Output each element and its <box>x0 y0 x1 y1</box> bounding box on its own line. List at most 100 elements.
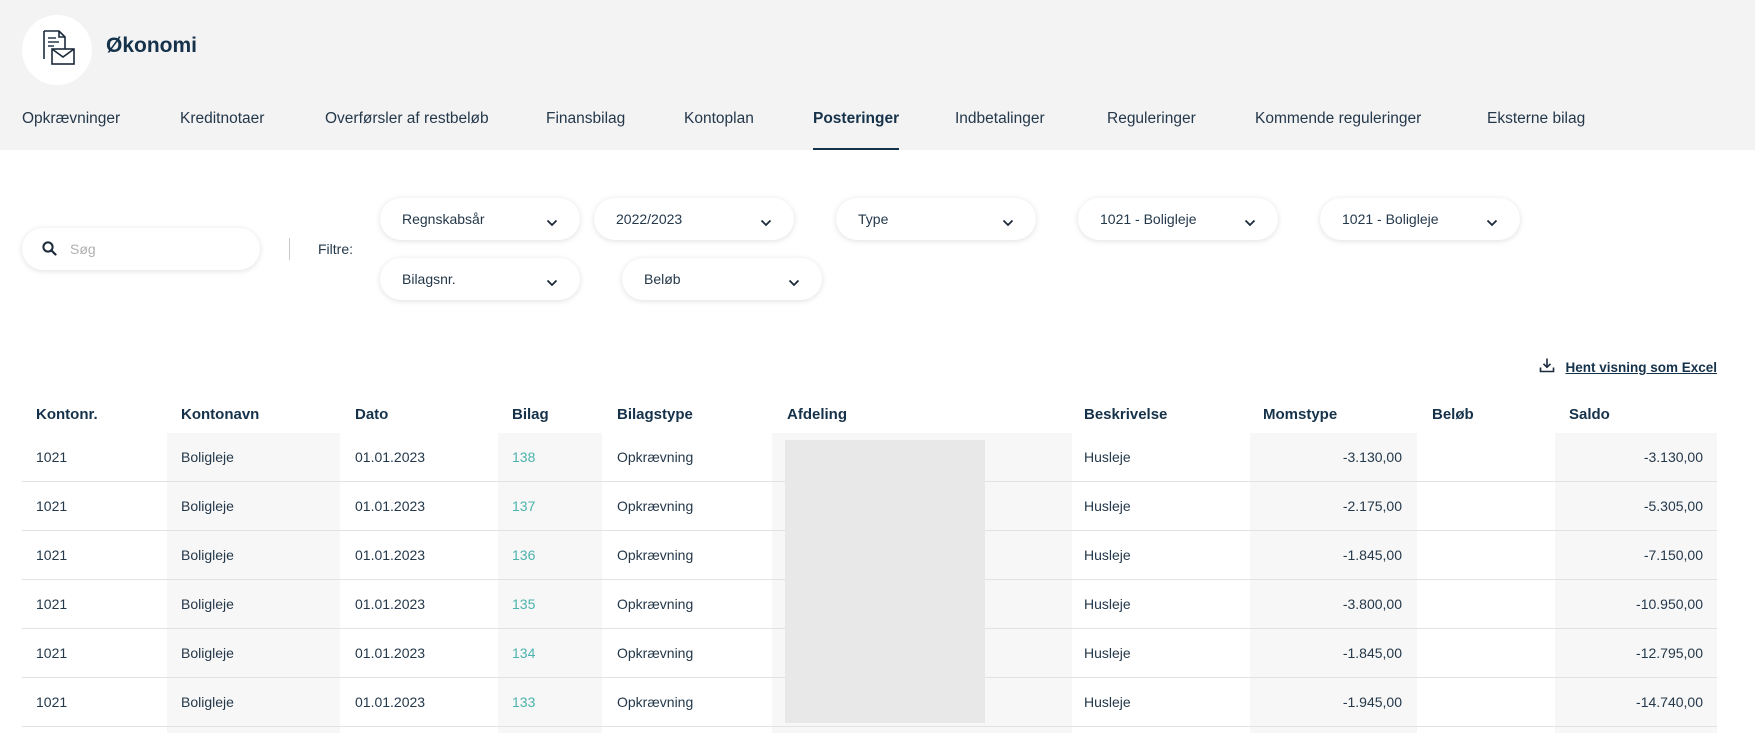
tab-reguleringer[interactable]: Reguleringer <box>1107 110 1196 150</box>
cell-kontonavn: Boligleje <box>181 449 234 465</box>
export-excel-link[interactable]: Hent visning som Excel <box>1539 357 1717 378</box>
chevron-down-icon <box>1486 214 1498 232</box>
cell-bilagstype: Opkrævning <box>617 498 694 514</box>
cell-kontonr: 1021 <box>36 498 68 514</box>
cell-kontonr: 1021 <box>36 449 68 465</box>
cell-kontonavn: Boligleje <box>181 694 234 710</box>
tab-kreditnotaer[interactable]: Kreditnotaer <box>180 110 264 150</box>
chevron-down-icon <box>546 274 558 292</box>
tab-posteringer[interactable]: Posteringer <box>813 110 900 150</box>
cell-belob: -3.130,00 <box>1342 449 1402 465</box>
search-input[interactable] <box>70 237 240 261</box>
cell-beskrivelse: Husleje <box>1084 596 1131 612</box>
cell-bilag-link[interactable]: 133 <box>512 694 535 710</box>
cell-kontonr: 1021 <box>36 547 68 563</box>
cell-bilagstype: Opkrævning <box>617 645 694 661</box>
cell-bilag-link[interactable]: 138 <box>512 449 535 465</box>
dropdown-label: Beløb <box>644 271 681 287</box>
cell-dato: 01.01.2023 <box>355 498 426 514</box>
filter-regnskabsar-dropdown[interactable]: Regnskabsår <box>380 198 580 240</box>
filter-account-to-dropdown[interactable]: 1021 - Boligleje <box>1320 198 1520 240</box>
tab-eksterne-bilag[interactable]: Eksterne bilag <box>1487 110 1585 150</box>
tab-kontoplan[interactable]: Kontoplan <box>684 110 754 150</box>
cell-beskrivelse: Husleje <box>1084 498 1131 514</box>
filter-belob-dropdown[interactable]: Beløb <box>622 258 822 300</box>
chevron-down-icon <box>760 214 772 232</box>
dropdown-label: 1021 - Boligleje <box>1342 211 1439 227</box>
cell-saldo: -7.150,00 <box>1643 547 1703 563</box>
cell-belob: -1.845,00 <box>1342 645 1402 661</box>
export-excel-label: Hent visning som Excel <box>1565 360 1717 375</box>
divider <box>289 238 290 260</box>
cell-belob: -3.800,00 <box>1342 596 1402 612</box>
cell-beskrivelse: Husleje <box>1084 547 1131 563</box>
envelope-document-icon <box>37 29 77 72</box>
header-bilagstype[interactable]: Bilagstype <box>617 406 693 423</box>
header-belob[interactable]: Beløb <box>1432 406 1474 423</box>
cell-bilagstype: Opkrævning <box>617 449 694 465</box>
dropdown-label: Type <box>858 211 889 227</box>
chevron-down-icon <box>788 274 800 292</box>
cell-bilag-link[interactable]: 134 <box>512 645 535 661</box>
download-icon <box>1539 357 1555 378</box>
header-afdeling[interactable]: Afdeling <box>787 406 847 423</box>
cell-saldo: -3.130,00 <box>1643 449 1703 465</box>
table-header: Kontonr. Kontonavn Dato Bilag Bilagstype… <box>22 400 1717 433</box>
cell-beskrivelse: Husleje <box>1084 694 1131 710</box>
cell-kontonr: 1021 <box>36 694 68 710</box>
tab-opkraevninger[interactable]: Opkrævninger <box>22 110 120 150</box>
app-logo <box>22 15 92 85</box>
cell-dato: 01.01.2023 <box>355 596 426 612</box>
cell-bilag-link[interactable]: 135 <box>512 596 535 612</box>
tab-kommende-reguleringer[interactable]: Kommende reguleringer <box>1255 110 1421 150</box>
app-title: Økonomi <box>106 34 198 57</box>
filters-label: Filtre: <box>318 241 353 257</box>
dropdown-label: Bilagsnr. <box>402 271 456 287</box>
redacted-afdeling-block <box>785 440 985 723</box>
cell-dato: 01.01.2023 <box>355 694 426 710</box>
filter-bilagsnr-dropdown[interactable]: Bilagsnr. <box>380 258 580 300</box>
dropdown-label: 1021 - Boligleje <box>1100 211 1197 227</box>
search-box <box>22 228 260 270</box>
cell-kontonavn: Boligleje <box>181 596 234 612</box>
cell-beskrivelse: Husleje <box>1084 645 1131 661</box>
dropdown-label: Regnskabsår <box>402 211 485 227</box>
tab-finansbilag[interactable]: Finansbilag <box>546 110 625 150</box>
header-beskrivelse[interactable]: Beskrivelse <box>1084 406 1167 423</box>
header-bilag[interactable]: Bilag <box>512 406 549 423</box>
chevron-down-icon <box>1002 214 1014 232</box>
header-momstype[interactable]: Momstype <box>1263 406 1337 423</box>
cell-beskrivelse: Husleje <box>1084 449 1131 465</box>
tab-indbetalinger[interactable]: Indbetalinger <box>955 110 1045 150</box>
filter-type-dropdown[interactable]: Type <box>836 198 1036 240</box>
app-header: Økonomi Opkrævninger Kreditnotaer Overfø… <box>0 0 1755 150</box>
main-tabs: Opkrævninger Kreditnotaer Overførsler af… <box>0 110 1755 150</box>
cell-dato: 01.01.2023 <box>355 547 426 563</box>
dropdown-label: 2022/2023 <box>616 211 683 227</box>
chevron-down-icon <box>1244 214 1256 232</box>
cell-bilagstype: Opkrævning <box>617 596 694 612</box>
cell-bilag-link[interactable]: 137 <box>512 498 535 514</box>
cell-bilag-link[interactable]: 136 <box>512 547 535 563</box>
header-kontonr[interactable]: Kontonr. <box>36 406 98 423</box>
cell-kontonavn: Boligleje <box>181 547 234 563</box>
cell-dato: 01.01.2023 <box>355 645 426 661</box>
cell-belob: -1.845,00 <box>1342 547 1402 563</box>
cell-kontonr: 1021 <box>36 596 68 612</box>
cell-saldo: -5.305,00 <box>1643 498 1703 514</box>
cell-saldo: -14.740,00 <box>1636 694 1703 710</box>
header-dato[interactable]: Dato <box>355 406 388 423</box>
cell-saldo: -12.795,00 <box>1636 645 1703 661</box>
header-saldo[interactable]: Saldo <box>1569 406 1610 423</box>
filter-year-dropdown[interactable]: 2022/2023 <box>594 198 794 240</box>
cell-belob: -1.945,00 <box>1342 694 1402 710</box>
cell-belob: -2.175,00 <box>1342 498 1402 514</box>
search-icon <box>42 241 57 261</box>
cell-bilagstype: Opkrævning <box>617 694 694 710</box>
cell-dato: 01.01.2023 <box>355 449 426 465</box>
cell-kontonavn: Boligleje <box>181 645 234 661</box>
cell-saldo: -10.950,00 <box>1636 596 1703 612</box>
tab-overforsler-af-restbelob[interactable]: Overførsler af restbeløb <box>325 110 489 150</box>
header-kontonavn[interactable]: Kontonavn <box>181 406 259 423</box>
filter-account-from-dropdown[interactable]: 1021 - Boligleje <box>1078 198 1278 240</box>
